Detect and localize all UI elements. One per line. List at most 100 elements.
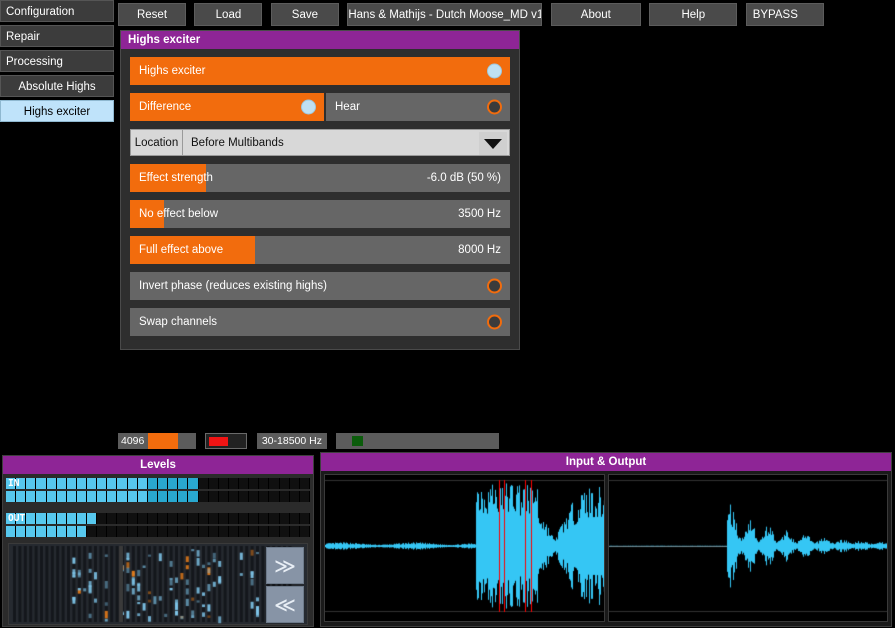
hear-toggle[interactable]: Hear bbox=[326, 93, 510, 121]
meter-segment bbox=[127, 526, 138, 537]
no-effect-below-slider[interactable]: No effect below 3500 Hz bbox=[130, 200, 510, 228]
meter-segment bbox=[299, 478, 310, 489]
effect-strength-label: Effect strength bbox=[139, 172, 213, 184]
location-label: Location bbox=[130, 129, 183, 156]
reset-button[interactable]: Reset bbox=[118, 3, 186, 26]
app-window: Configuration Repair Processing Absolute… bbox=[0, 0, 895, 628]
hear-radio-icon[interactable] bbox=[487, 99, 502, 115]
enable-radio-icon[interactable] bbox=[487, 63, 502, 79]
invert-phase-label: Invert phase (reduces existing highs) bbox=[139, 280, 327, 292]
sidebar-item-processing[interactable]: Processing bbox=[0, 50, 114, 72]
buffer-fill bbox=[148, 433, 178, 449]
help-button[interactable]: Help bbox=[649, 3, 738, 26]
meter-segment bbox=[218, 491, 229, 502]
meter-segment bbox=[117, 478, 128, 489]
sidebar-item-repair[interactable]: Repair bbox=[0, 25, 114, 47]
load-button[interactable]: Load bbox=[194, 3, 263, 26]
meter-segment bbox=[299, 513, 310, 524]
invert-phase-toggle[interactable]: Invert phase (reduces existing highs) bbox=[130, 272, 510, 300]
output-waveform-canvas bbox=[608, 475, 888, 617]
meter-segment bbox=[249, 513, 260, 524]
meter-segment bbox=[218, 478, 229, 489]
meter-segment bbox=[208, 526, 219, 537]
sidebar-item-configuration[interactable]: Configuration bbox=[0, 0, 114, 22]
meter-segment bbox=[117, 513, 128, 524]
bypass-button[interactable]: BYPASS bbox=[745, 3, 824, 26]
meter-segment bbox=[249, 526, 260, 537]
meter-segment bbox=[259, 526, 270, 537]
difference-label: Difference bbox=[139, 101, 192, 113]
meter-segment bbox=[46, 478, 57, 489]
meter-segment bbox=[259, 513, 270, 524]
chevron-down-icon[interactable] bbox=[479, 132, 507, 155]
difference-radio-icon[interactable] bbox=[301, 99, 316, 115]
meter-segment bbox=[269, 526, 280, 537]
highs-exciter-enable-row[interactable]: Highs exciter bbox=[130, 57, 510, 85]
meter-segment bbox=[16, 491, 27, 502]
location-dropdown-row[interactable]: Location Before Multibands bbox=[130, 129, 510, 156]
meter-segment bbox=[107, 478, 118, 489]
swap-channels-toggle[interactable]: Swap channels bbox=[130, 308, 510, 336]
meter-segment bbox=[66, 491, 77, 502]
meter-segment bbox=[198, 491, 209, 502]
led-icon bbox=[209, 437, 229, 446]
sidebar-item-highs-exciter[interactable]: Highs exciter bbox=[0, 100, 114, 122]
meter-segment bbox=[87, 491, 98, 502]
location-select[interactable]: Before Multibands bbox=[183, 129, 510, 156]
meter-segment bbox=[168, 513, 179, 524]
meter-segment bbox=[26, 526, 37, 537]
meter-segment bbox=[178, 491, 189, 502]
invert-phase-radio-icon[interactable] bbox=[487, 278, 502, 294]
meter-segment bbox=[76, 513, 88, 524]
meter-segment bbox=[6, 526, 17, 537]
meter-segment bbox=[269, 478, 280, 489]
meter-segment bbox=[259, 491, 270, 502]
meter-segment bbox=[107, 491, 118, 502]
meter-segment bbox=[56, 526, 67, 537]
full-effect-above-slider[interactable]: Full effect above 8000 Hz bbox=[130, 236, 510, 264]
effect-strength-slider[interactable]: Effect strength -6.0 dB (50 %) bbox=[130, 164, 510, 192]
swap-channels-radio-icon[interactable] bbox=[487, 314, 502, 330]
preset-title-button[interactable]: Hans & Mathijs - Dutch Moose_MD v1.6 bbox=[347, 3, 543, 26]
meter-segment bbox=[46, 513, 57, 524]
levels-panel: Levels IN OUT ≫ ≪ bbox=[2, 455, 314, 627]
meter-segment bbox=[168, 491, 179, 502]
hear-label: Hear bbox=[335, 101, 360, 113]
meter-segment bbox=[188, 526, 199, 537]
meter-segment bbox=[56, 491, 67, 502]
meter-segment bbox=[56, 513, 67, 524]
meter-segment bbox=[97, 513, 108, 524]
levels-panel-title: Levels bbox=[3, 456, 313, 474]
buffer-size-value: 4096 bbox=[121, 435, 145, 447]
difference-toggle[interactable]: Difference bbox=[130, 93, 324, 121]
meter-segment bbox=[208, 478, 219, 489]
meter-segment bbox=[158, 491, 169, 502]
meter-segment bbox=[198, 513, 209, 524]
input-waveform[interactable] bbox=[324, 474, 605, 622]
output-waveform[interactable] bbox=[607, 474, 888, 622]
scroll-back-button[interactable]: ≪ bbox=[266, 586, 304, 623]
save-button[interactable]: Save bbox=[270, 3, 339, 26]
spectrum-display[interactable]: ≫ ≪ bbox=[8, 543, 308, 625]
sidebar-item-absolute-highs[interactable]: Absolute Highs bbox=[0, 75, 114, 97]
clip-led-indicator bbox=[205, 433, 248, 449]
meter-segment bbox=[168, 478, 179, 489]
meter-segment bbox=[16, 526, 27, 537]
out-meter-left: OUT bbox=[6, 513, 310, 524]
input-output-panel: Input & Output bbox=[320, 452, 892, 627]
meter-segment bbox=[289, 478, 300, 489]
meter-segment bbox=[66, 478, 77, 489]
scroll-forward-button[interactable]: ≫ bbox=[266, 547, 304, 584]
meter-segment bbox=[239, 478, 250, 489]
meter-segment bbox=[147, 491, 158, 502]
frequency-range-display: 30-18500 Hz bbox=[256, 433, 327, 449]
about-button[interactable]: About bbox=[550, 3, 641, 26]
io-panel-title: Input & Output bbox=[321, 453, 891, 471]
buffer-size-meter[interactable]: 4096 bbox=[118, 433, 196, 449]
meter-segment bbox=[208, 513, 219, 524]
meter-segment bbox=[269, 513, 280, 524]
meter-segment bbox=[87, 513, 98, 524]
meter-segment bbox=[269, 491, 280, 502]
meter-segment bbox=[168, 526, 179, 537]
meter-segment bbox=[279, 513, 290, 524]
